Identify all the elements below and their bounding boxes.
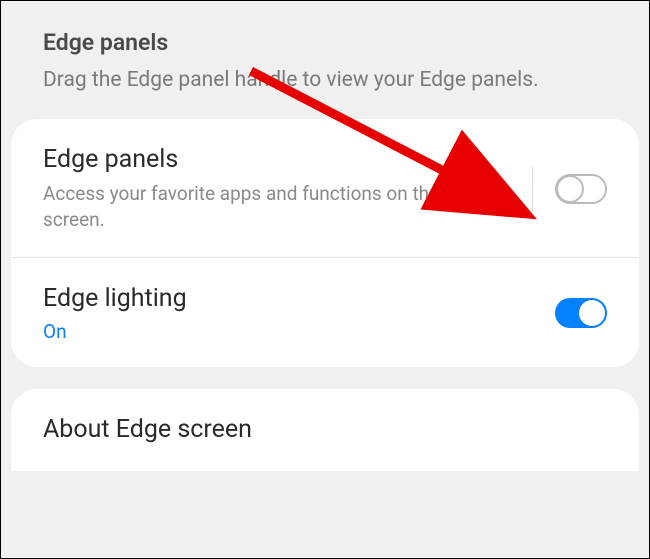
edge-lighting-row[interactable]: Edge lighting On bbox=[11, 258, 639, 367]
edge-lighting-status: On bbox=[43, 320, 545, 343]
toggle-divider bbox=[532, 166, 533, 212]
edge-lighting-text: Edge lighting On bbox=[43, 284, 555, 343]
page-header: Edge panels Drag the Edge panel handle t… bbox=[1, 1, 649, 119]
edge-lighting-title: Edge lighting bbox=[43, 284, 545, 314]
edge-panels-subtitle: Access your favorite apps and functions … bbox=[43, 181, 522, 232]
edge-panels-toggle-wrap bbox=[532, 166, 607, 212]
edge-panels-text: Edge panels Access your favorite apps an… bbox=[43, 145, 532, 232]
edge-lighting-toggle-wrap bbox=[555, 298, 607, 328]
about-title: About Edge screen bbox=[43, 415, 607, 445]
page-subtitle: Drag the Edge panel handle to view your … bbox=[43, 66, 607, 95]
edge-panels-toggle[interactable] bbox=[555, 174, 607, 204]
page-title: Edge panels bbox=[43, 29, 607, 56]
settings-card: Edge panels Access your favorite apps an… bbox=[11, 119, 639, 366]
edge-panels-row[interactable]: Edge panels Access your favorite apps an… bbox=[11, 119, 639, 257]
edge-panels-title: Edge panels bbox=[43, 145, 522, 175]
about-card[interactable]: About Edge screen bbox=[11, 389, 639, 471]
edge-lighting-toggle[interactable] bbox=[555, 298, 607, 328]
